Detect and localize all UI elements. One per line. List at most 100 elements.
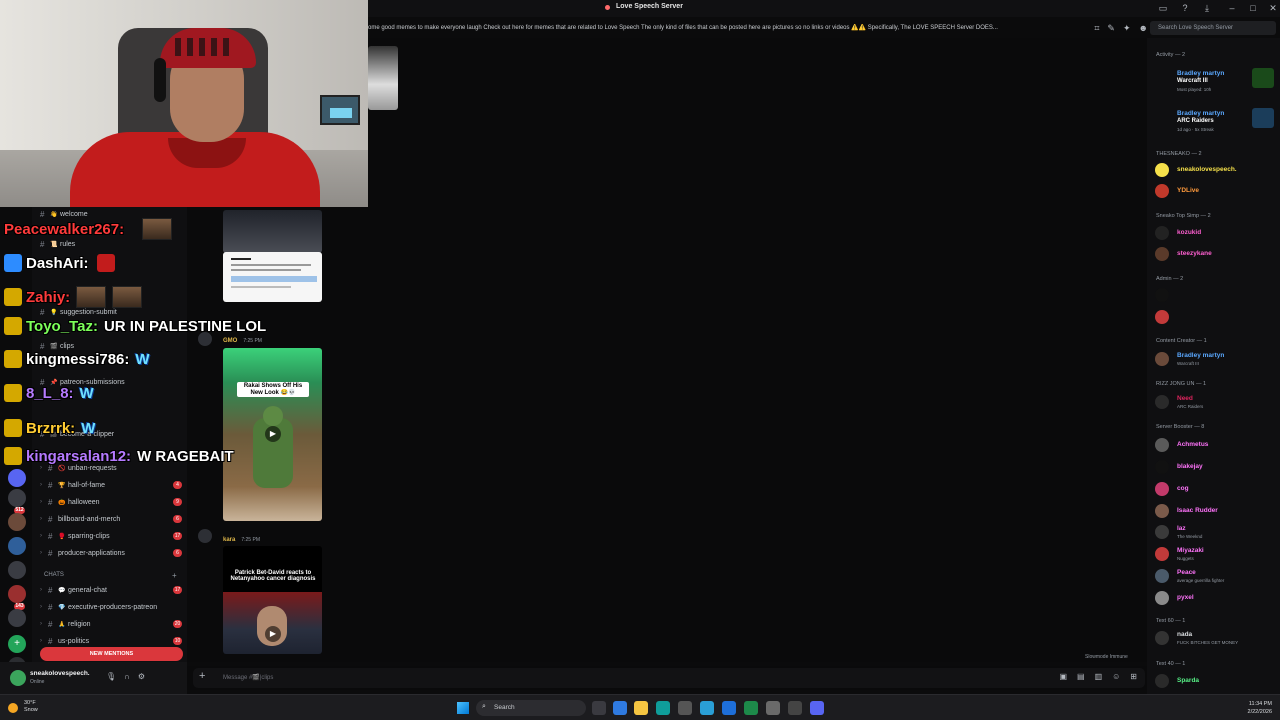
member-row[interactable]: Achmetus — [1153, 436, 1278, 456]
weather-widget[interactable]: 30°F Snow — [24, 700, 38, 714]
channel-halloween[interactable]: › # 🎃 halloween 9 — [40, 495, 186, 509]
member-row[interactable] — [1153, 308, 1278, 328]
member-row[interactable]: steezykane — [1153, 245, 1278, 265]
close-icon[interactable]: ✕ — [1267, 3, 1279, 14]
message-author[interactable]: kara 7:25 PM — [223, 537, 260, 543]
video-caption: Patrick Bet-David reacts to Netanyahoo c… — [230, 570, 316, 582]
server-icon[interactable] — [8, 513, 26, 531]
app-icon[interactable] — [722, 701, 736, 715]
member-row[interactable]: blakejay — [1153, 458, 1278, 478]
chat-message: DashAri: — [4, 252, 119, 274]
app-icon[interactable] — [766, 701, 780, 715]
w-emote: W — [81, 419, 96, 437]
gift-icon[interactable]: ▣ — [1059, 672, 1067, 681]
category-chats[interactable]: CHATS — [44, 572, 64, 578]
message-input[interactable] — [193, 668, 1145, 688]
new-mentions-button[interactable]: NEW MENTIONS — [40, 647, 183, 661]
member-row[interactable]: Isaac Rudder — [1153, 502, 1278, 522]
task-view-icon[interactable] — [592, 701, 606, 715]
threads-icon[interactable]: ⌗ — [1094, 23, 1099, 34]
edge-icon[interactable] — [656, 701, 670, 715]
notification-icon[interactable]: ✎ — [1107, 23, 1115, 34]
search-input[interactable]: Search Love Speech Server — [1150, 21, 1276, 35]
member-row[interactable]: Peace average guerrilla fighter — [1153, 567, 1278, 587]
image-attachment[interactable] — [368, 46, 398, 110]
excel-icon[interactable] — [744, 701, 758, 715]
w-emote: W — [79, 384, 94, 402]
member-row[interactable]: YDLive — [1153, 182, 1278, 202]
server-icon[interactable] — [8, 585, 26, 603]
server-icon[interactable] — [8, 489, 26, 507]
video-attachment[interactable]: Patrick Bet-David reacts to Netanyahoo c… — [223, 546, 322, 654]
add-server-icon[interactable]: + — [8, 635, 26, 653]
activity-card[interactable]: Bradley martyn Warcraft III Most played:… — [1153, 68, 1278, 92]
microphone-icon[interactable]: 🎙 — [106, 672, 116, 681]
game-art — [1252, 108, 1274, 128]
maximize-icon[interactable]: □ — [1247, 3, 1259, 13]
channel-us-politics[interactable]: › # us-politics 10 — [40, 634, 186, 648]
chat-badge-icon — [4, 419, 22, 437]
gif-icon[interactable]: ▤ — [1077, 672, 1085, 681]
message-placeholder: Message #🎬|clips — [223, 675, 274, 681]
settings-icon[interactable]: ⚙ — [138, 672, 145, 681]
help-icon[interactable]: ? — [1179, 3, 1191, 13]
minimize-icon[interactable]: – — [1226, 3, 1238, 13]
add-channel-icon[interactable]: + — [172, 571, 177, 580]
channel-sparring-clips[interactable]: › # 🥊 sparring-clips 17 — [40, 529, 186, 543]
taskbar-search[interactable]: ⌕ Search — [476, 700, 586, 716]
emoji-icon[interactable]: ☺ — [1112, 672, 1120, 681]
member-row[interactable]: kozukid — [1153, 224, 1278, 244]
w-emote: W — [135, 350, 150, 368]
desktop: Love Speech Server ▭ ? ⤓ – □ ✕ ome good … — [0, 0, 1280, 720]
avatar[interactable] — [10, 670, 26, 686]
chrome-icon[interactable] — [700, 701, 714, 715]
start-button[interactable] — [457, 702, 469, 714]
clock[interactable]: 11:34 PM 2/22/2026 — [1236, 700, 1272, 716]
apps-icon[interactable]: ⊞ — [1130, 672, 1137, 681]
taskbar: 30°F Snow ⌕ Search 11:34 PM 2/22/2026 — [0, 694, 1280, 720]
file-explorer-icon[interactable] — [634, 701, 648, 715]
member-row[interactable]: Sparda — [1153, 672, 1278, 692]
member-row[interactable] — [1153, 286, 1278, 306]
pin-icon[interactable]: ✦ — [1123, 23, 1131, 34]
discord-icon[interactable] — [810, 701, 824, 715]
store-icon[interactable] — [678, 701, 692, 715]
server-icon[interactable] — [8, 537, 26, 555]
username[interactable]: sneakolovespeech. — [30, 670, 90, 677]
weather-icon[interactable] — [8, 703, 18, 713]
download-icon[interactable]: ⤓ — [1201, 3, 1213, 14]
members-icon[interactable]: ☻ — [1139, 23, 1148, 33]
member-row[interactable]: Miyazaki Nuggets — [1153, 545, 1278, 565]
inbox-icon[interactable]: ▭ — [1157, 3, 1169, 14]
avatar[interactable] — [198, 529, 212, 543]
play-icon[interactable]: ▶ — [265, 626, 281, 642]
member-row[interactable]: pyxel — [1153, 589, 1278, 609]
channel-general-chat[interactable]: › # 💬 general-chat 17 — [40, 583, 186, 597]
server-icon[interactable] — [8, 469, 26, 487]
role-header: Content Creator — 1 — [1156, 338, 1207, 344]
webcam-feed — [0, 0, 368, 207]
chat-badge-icon — [4, 317, 22, 335]
attach-icon[interactable]: + — [199, 670, 205, 682]
headphones-icon[interactable]: ∩ — [124, 672, 130, 681]
server-icon[interactable] — [8, 609, 26, 627]
obs-icon[interactable] — [788, 701, 802, 715]
sticker-icon[interactable]: ▥ — [1095, 672, 1103, 681]
app-icon[interactable] — [613, 701, 627, 715]
user-panel: sneakolovespeech. Online 🎙 ∩ ⚙ — [0, 662, 187, 694]
member-row[interactable]: cog — [1153, 480, 1278, 500]
channel-religion[interactable]: › # 🙏 religion 20 — [40, 617, 186, 631]
member-row[interactable]: Bradley martyn Warcraft III — [1153, 350, 1278, 370]
channel-executive-producers-patreon[interactable]: › # 💎 executive-producers-patreon — [40, 600, 186, 614]
channel-producer-applications[interactable]: › # producer-applications 6 — [40, 546, 186, 560]
server-icon[interactable] — [8, 561, 26, 579]
channel-billboard-and-merch[interactable]: › # billboard-and-merch 6 — [40, 512, 186, 526]
activity-card[interactable]: Bradley martyn ARC Raiders 1d ago · 5x S… — [1153, 108, 1278, 132]
channel-hall-of-fame[interactable]: › # 🏆 hall-of-fame 4 — [40, 478, 186, 492]
member-row[interactable]: laz The Weeknd — [1153, 523, 1278, 543]
channel-topic[interactable]: ome good memes to make everyone laugh Ch… — [368, 24, 1068, 31]
member-row[interactable]: nada FUCK BITCHES GET MONEY — [1153, 629, 1278, 649]
member-row[interactable]: sneakolovespeech. — [1153, 161, 1278, 181]
member-row[interactable]: Need ARC Raiders — [1153, 393, 1278, 413]
chat-message: Toyo_Taz: UR IN PALESTINE LOL — [4, 315, 266, 337]
